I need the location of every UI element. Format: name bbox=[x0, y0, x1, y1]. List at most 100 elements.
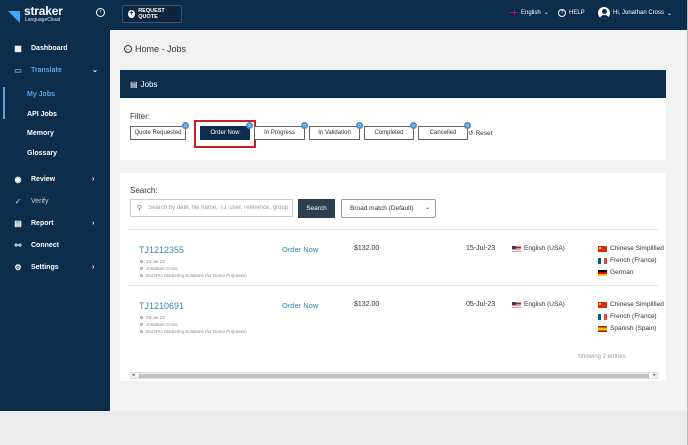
job-meta-company: BuzzPro Marketing Solutions (for Demo Pu… bbox=[140, 329, 247, 334]
job-meta-user: Jonathan Cross bbox=[140, 266, 178, 271]
search-button[interactable]: Search bbox=[298, 199, 335, 218]
plus-icon: + bbox=[128, 10, 136, 18]
brand-sub: LanguageCloud bbox=[25, 17, 61, 23]
job-meta-text: Jonathan Cross bbox=[146, 322, 178, 327]
search-field[interactable]: ⚲ bbox=[130, 199, 293, 217]
sidebar-item-dashboard[interactable]: ▦ Dashboard bbox=[0, 40, 110, 56]
sidebar-item-verify[interactable]: ✓ Verify bbox=[0, 193, 110, 209]
sidebar-item-my-jobs[interactable]: My Jobs bbox=[27, 89, 55, 101]
user-icon bbox=[140, 267, 143, 270]
reset-filter-button[interactable]: ↺ Reset bbox=[468, 129, 493, 138]
sidebar-item-glossary[interactable]: Glossary bbox=[27, 148, 57, 160]
user-menu[interactable]: Hi, Jonathan Cross ⌄ bbox=[598, 7, 672, 19]
search-input[interactable] bbox=[148, 205, 292, 211]
job-status-link[interactable]: Order Now bbox=[282, 301, 318, 310]
job-target-language: German bbox=[598, 269, 633, 276]
language-label: English bbox=[521, 9, 541, 16]
germany-flag-icon bbox=[598, 269, 607, 276]
job-target-language: Chinese Simplified bbox=[598, 301, 664, 308]
job-target-language: Spanish (Spain) bbox=[598, 325, 656, 332]
job-meta-text: BuzzPro Marketing Solutions (for Demo Pu… bbox=[146, 273, 247, 278]
sidebar-item-report[interactable]: ▤ Report › bbox=[0, 215, 110, 231]
back-arrow-icon[interactable]: ← bbox=[124, 45, 132, 53]
job-meta-date: 13-Jul-23 bbox=[140, 259, 165, 264]
sidebar-item-review[interactable]: ◉ Review › bbox=[0, 171, 110, 187]
translate-icon: ▭ bbox=[14, 65, 22, 75]
settings-icon: ⚙ bbox=[14, 262, 22, 272]
uk-flag-icon bbox=[510, 10, 518, 15]
order-now-highlight bbox=[194, 120, 256, 148]
language-label: German bbox=[610, 269, 634, 276]
job-date: 05-Jul-23 bbox=[466, 301, 496, 308]
sidebar-item-translate[interactable]: ▭ Translate ⌄ bbox=[0, 62, 110, 78]
job-target-language: Chinese Simplified bbox=[598, 245, 664, 252]
sidebar-item-connect[interactable]: ⚯ Connect bbox=[0, 237, 110, 253]
results-panel: Search: ⚲ Search Broad match (Default) ⌄… bbox=[120, 173, 666, 381]
chip-count-badge: 0 bbox=[182, 122, 189, 129]
job-id-link[interactable]: TJ1212355 bbox=[139, 245, 184, 255]
scroll-left-icon[interactable]: ◂ bbox=[132, 372, 135, 378]
chip-label: Cancelled bbox=[429, 130, 457, 136]
collapse-sidebar-icon[interactable]: ‹ bbox=[96, 8, 105, 17]
active-submenu-marker bbox=[3, 87, 5, 119]
scrollbar-thumb[interactable] bbox=[139, 374, 649, 378]
user-greeting: Hi, Jonathan Cross bbox=[613, 10, 665, 16]
job-status-link[interactable]: Order Now bbox=[282, 245, 318, 254]
sidebar: ▦ Dashboard ▭ Translate ⌄ My Jobs API Jo… bbox=[0, 30, 110, 411]
request-quote-button[interactable]: + REQUEST QUOTE bbox=[122, 5, 182, 23]
language-label: French (France) bbox=[610, 313, 657, 320]
user-icon bbox=[140, 323, 143, 326]
chevron-right-icon: › bbox=[92, 263, 95, 271]
job-source-language: English (USA) bbox=[512, 301, 565, 308]
job-meta-text: 13-Jul-23 bbox=[146, 259, 165, 264]
job-meta-text: Jonathan Cross bbox=[146, 266, 178, 271]
chevron-down-icon: ⌄ bbox=[424, 205, 430, 211]
filter-chip-in-progress[interactable]: In Progress 0 bbox=[254, 122, 308, 140]
filter-chip-completed[interactable]: Completed 0 bbox=[364, 122, 417, 140]
chevron-down-icon: ⌄ bbox=[92, 67, 98, 74]
sidebar-item-label: Verify bbox=[31, 197, 49, 205]
job-date: 15-Jul-23 bbox=[466, 245, 496, 252]
filter-chip-cancelled[interactable]: Cancelled 0 bbox=[418, 122, 471, 140]
match-mode-select[interactable]: Broad match (Default) ⌄ bbox=[341, 199, 436, 218]
sidebar-item-settings[interactable]: ⚙ Settings › bbox=[0, 259, 110, 275]
main-content: ← Home - Jobs ▤ Jobs Filter: Quote Reque… bbox=[110, 30, 688, 411]
calendar-icon bbox=[140, 316, 143, 319]
brand-name[interactable]: straker bbox=[24, 5, 63, 17]
chevron-right-icon: › bbox=[92, 219, 95, 227]
help-label: HELP bbox=[569, 10, 585, 16]
jobs-icon: ▤ bbox=[130, 79, 138, 89]
sidebar-item-label: Review bbox=[31, 175, 56, 183]
chip-count-badge: 0 bbox=[464, 122, 471, 129]
report-icon: ▤ bbox=[14, 218, 22, 228]
scroll-right-icon[interactable]: ▸ bbox=[653, 372, 656, 378]
job-source-language: English (USA) bbox=[512, 245, 565, 252]
help-link[interactable]: ? HELP bbox=[558, 9, 585, 17]
review-icon: ◉ bbox=[14, 174, 22, 184]
horizontal-scrollbar[interactable]: ◂ ▸ bbox=[130, 372, 658, 379]
chip-label: In Validation bbox=[318, 130, 351, 136]
company-icon bbox=[140, 330, 143, 333]
reset-label: Reset bbox=[475, 129, 493, 137]
sidebar-item-label: Settings bbox=[31, 263, 59, 271]
filter-chip-quote-requested[interactable]: Quote Requested 0 bbox=[130, 122, 189, 140]
job-target-language: French (France) bbox=[598, 257, 657, 264]
reset-icon: ↺ bbox=[468, 130, 474, 137]
language-select[interactable]: English ⌄ bbox=[510, 9, 549, 16]
china-flag-icon bbox=[598, 301, 607, 308]
filter-label: Filter: bbox=[130, 112, 150, 121]
connect-icon: ⚯ bbox=[14, 240, 22, 250]
job-id-link[interactable]: TJ1210691 bbox=[139, 301, 184, 311]
filter-chip-in-validation[interactable]: In Validation 0 bbox=[309, 122, 363, 140]
chevron-right-icon: › bbox=[92, 175, 95, 183]
sidebar-item-label: Connect bbox=[31, 241, 59, 249]
table-row: TJ1210691 03-Jul-23 Jonathan Cross BuzzP… bbox=[120, 295, 666, 351]
sidebar-item-api-jobs[interactable]: API Jobs bbox=[27, 109, 57, 121]
france-flag-icon bbox=[598, 257, 607, 264]
sidebar-item-memory[interactable]: Memory bbox=[27, 128, 54, 140]
match-mode-label: Broad match (Default) bbox=[350, 205, 414, 212]
table-row: TJ1212355 13-Jul-23 Jonathan Cross BuzzP… bbox=[120, 239, 666, 295]
language-label: French (France) bbox=[610, 257, 657, 264]
language-label: English (USA) bbox=[524, 245, 565, 252]
jobs-panel-header: ▤ Jobs bbox=[120, 70, 666, 98]
